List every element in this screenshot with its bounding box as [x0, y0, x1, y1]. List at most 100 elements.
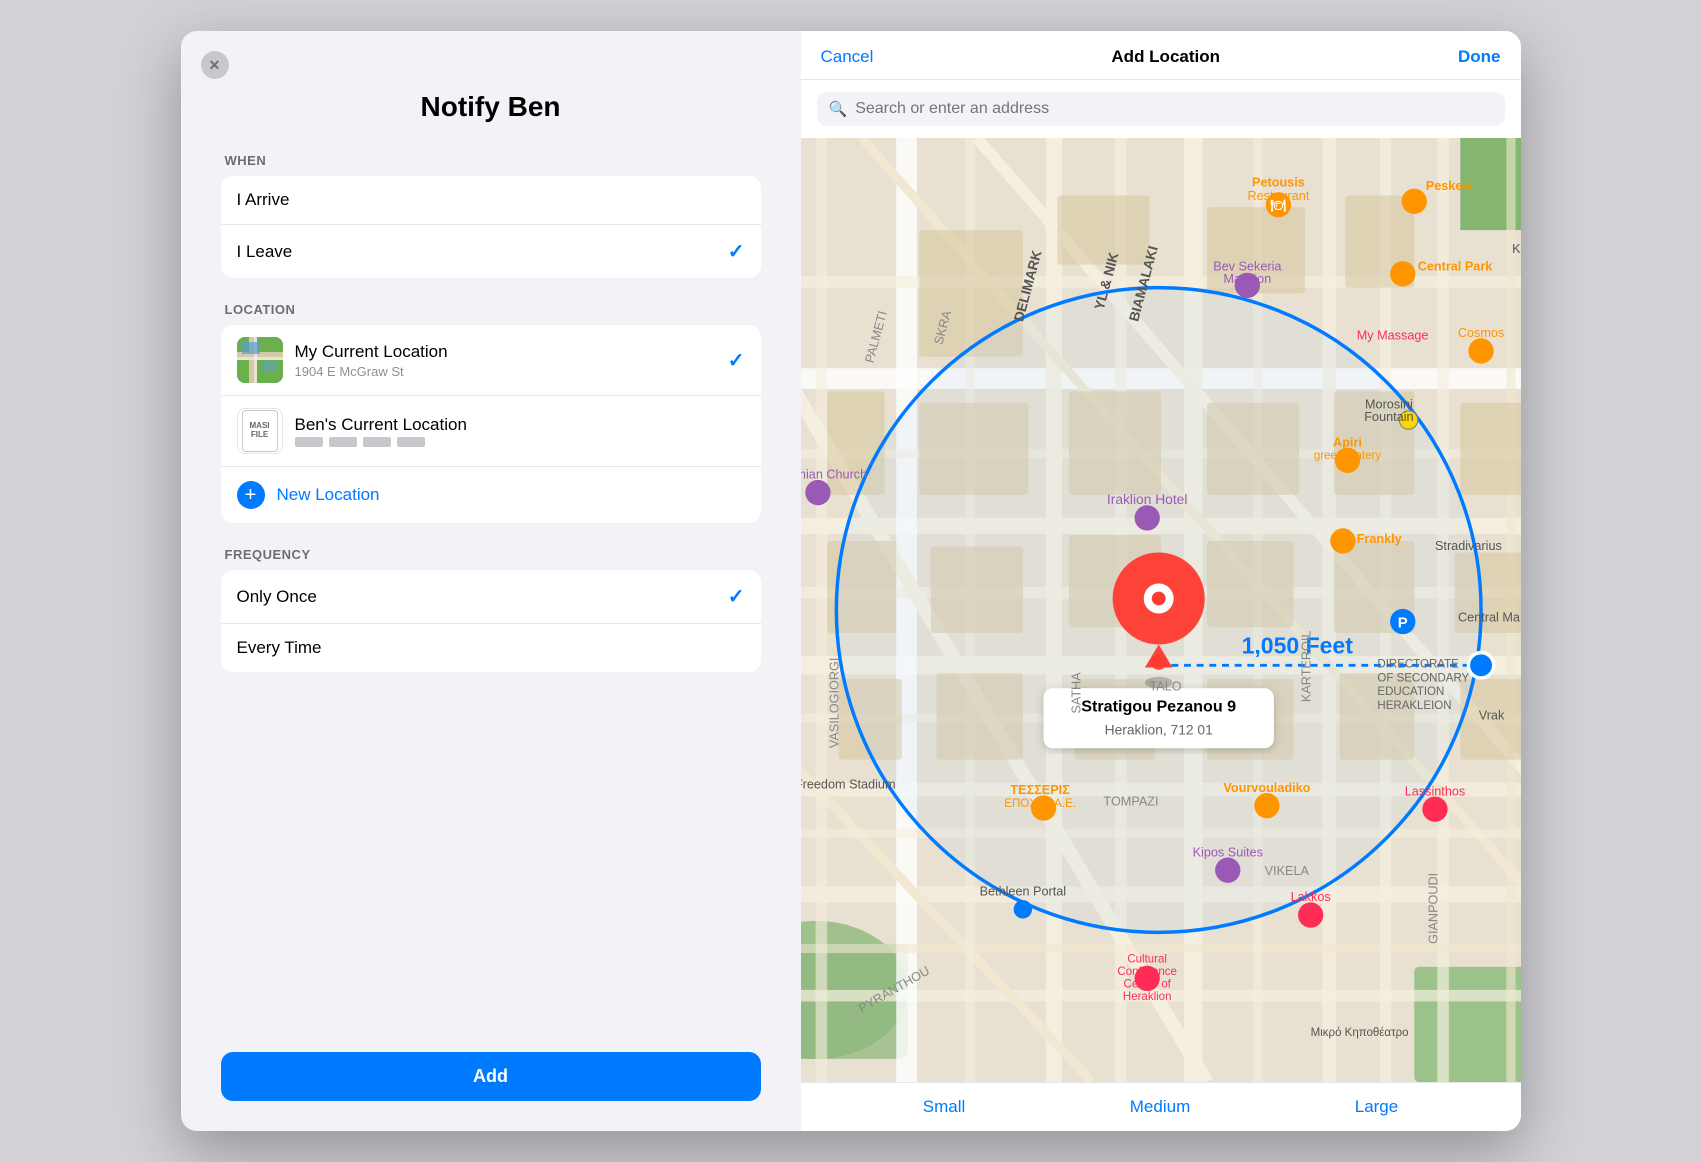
- svg-text:GIANPOUDI: GIANPOUDI: [1426, 873, 1440, 944]
- every-time-option[interactable]: Every Time: [221, 624, 761, 672]
- svg-text:Conference: Conference: [1117, 966, 1176, 978]
- svg-text:VASILOGIORGI: VASILOGIORGI: [827, 658, 841, 749]
- when-card: I Arrive I Leave ✓: [221, 176, 761, 278]
- svg-text:Restaurant: Restaurant: [1247, 189, 1309, 203]
- leave-checkmark: ✓: [728, 239, 745, 264]
- my-location-name: My Current Location: [295, 342, 728, 362]
- svg-text:ΕΠΟΧΕΣ Α.Ε.: ΕΠΟΧΕΣ Α.Ε.: [1004, 798, 1076, 810]
- svg-text:Peskesi: Peskesi: [1425, 179, 1472, 193]
- map-background: 1,050 Feet: [801, 138, 1521, 1082]
- svg-text:1,050 Feet: 1,050 Feet: [1241, 633, 1353, 659]
- redact-2: [329, 437, 357, 447]
- svg-text:ΤΕΣΣΕΡΙΣ: ΤΕΣΣΕΡΙΣ: [1010, 783, 1070, 797]
- search-input[interactable]: [855, 100, 1492, 118]
- location-section-label: LOCATION: [225, 302, 761, 317]
- map-header: Cancel Add Location Done: [801, 31, 1521, 80]
- svg-text:TOMPAZI: TOMPAZI: [1103, 795, 1158, 809]
- location-card: My Current Location 1904 E McGraw St ✓ M…: [221, 325, 761, 523]
- svg-text:Lassinthos: Lassinthos: [1404, 784, 1465, 798]
- close-button[interactable]: ✕: [201, 51, 229, 79]
- svg-text:Iraklion Hotel: Iraklion Hotel: [1106, 491, 1187, 507]
- redact-4: [397, 437, 425, 447]
- cancel-button[interactable]: Cancel: [821, 47, 874, 67]
- svg-text:Vourvouladiko: Vourvouladiko: [1223, 781, 1310, 795]
- svg-text:Heraklion, 712 01: Heraklion, 712 01: [1104, 721, 1212, 737]
- svg-text:Hotel: Hotel: [801, 194, 802, 210]
- my-location-checkmark: ✓: [728, 348, 745, 373]
- done-button[interactable]: Done: [1458, 47, 1501, 67]
- svg-text:DIRECTORATE: DIRECTORATE: [1377, 659, 1459, 671]
- when-section-label: WHEN: [225, 153, 761, 168]
- svg-text:Fountain: Fountain: [1364, 410, 1413, 424]
- ben-location-redacted: [295, 437, 745, 447]
- my-location-option[interactable]: My Current Location 1904 E McGraw St ✓: [221, 325, 761, 396]
- svg-text:Freedom Stadium: Freedom Stadium: [801, 777, 896, 791]
- arrive-label: I Arrive: [237, 190, 745, 210]
- svg-text:Bethleen Portal: Bethleen Portal: [979, 885, 1066, 899]
- svg-text:Μικρό Κηποθέατρο: Μικρό Κηποθέατρο: [1310, 1027, 1408, 1039]
- redact-1: [295, 437, 323, 447]
- new-location-row[interactable]: + New Location: [221, 467, 761, 523]
- map-area: 1,050 Feet: [801, 138, 1521, 1082]
- svg-text:Center of: Center of: [1123, 979, 1171, 991]
- small-size-button[interactable]: Small: [923, 1097, 966, 1117]
- svg-text:EDUCATION: EDUCATION: [1377, 686, 1444, 698]
- left-panel: ✕ Notify Ben WHEN I Arrive I Leave ✓ LOC…: [181, 31, 801, 1131]
- svg-text:Heraklion: Heraklion: [1122, 991, 1171, 1003]
- svg-text:Lakkos: Lakkos: [1290, 890, 1330, 904]
- plus-icon: +: [237, 481, 265, 509]
- arrive-option[interactable]: I Arrive: [221, 176, 761, 225]
- panel-title: Notify Ben: [221, 91, 761, 123]
- my-location-icon: [237, 337, 283, 383]
- search-icon: 🔍: [829, 100, 848, 118]
- my-location-sub: 1904 E McGraw St: [295, 364, 728, 379]
- search-bar[interactable]: 🔍: [817, 92, 1505, 126]
- svg-text:Central Park: Central Park: [1417, 259, 1493, 273]
- svg-text:P: P: [1397, 614, 1407, 631]
- svg-text:Petousis: Petousis: [1252, 175, 1305, 189]
- svg-text:KARTEROIL: KARTEROIL: [1299, 631, 1313, 703]
- leave-label: I Leave: [237, 242, 728, 262]
- svg-text:greek_eatery: greek_eatery: [1313, 450, 1380, 462]
- my-location-info: My Current Location 1904 E McGraw St: [295, 342, 728, 379]
- ben-location-info: Ben's Current Location: [295, 415, 745, 447]
- large-size-button[interactable]: Large: [1355, 1097, 1398, 1117]
- svg-text:VIKELA: VIKELA: [1264, 864, 1309, 878]
- ben-location-option[interactable]: MASIFILE Ben's Current Location: [221, 396, 761, 467]
- every-time-label: Every Time: [237, 638, 745, 658]
- app-container: ✕ Notify Ben WHEN I Arrive I Leave ✓ LOC…: [181, 31, 1521, 1131]
- redact-3: [363, 437, 391, 447]
- only-once-option[interactable]: Only Once ✓: [221, 570, 761, 624]
- frequency-section-label: FREQUENCY: [225, 547, 761, 562]
- only-once-label: Only Once: [237, 587, 728, 607]
- svg-text:SATHA: SATHA: [1069, 672, 1083, 714]
- svg-text:Central Ma: Central Ma: [1458, 611, 1521, 625]
- frequency-card: Only Once ✓ Every Time: [221, 570, 761, 672]
- svg-text:Mansion: Mansion: [1223, 272, 1271, 286]
- file-thumbnail: MASIFILE: [242, 410, 278, 452]
- svg-text:Cosmos: Cosmos: [1457, 326, 1503, 340]
- leave-option[interactable]: I Leave ✓: [221, 225, 761, 278]
- svg-text:Armenian Church: Armenian Church: [801, 468, 867, 482]
- svg-text:TALO: TALO: [1149, 680, 1181, 694]
- map-size-bar: Small Medium Large: [801, 1082, 1521, 1131]
- svg-text:Kipos Suites: Kipos Suites: [1192, 845, 1262, 859]
- svg-text:Cultural: Cultural: [1127, 953, 1167, 965]
- map-svg: 1,050 Feet: [801, 138, 1521, 1082]
- svg-text:Stratigou Pezanou 9: Stratigou Pezanou 9: [1081, 697, 1236, 715]
- svg-text:My Massage: My Massage: [1356, 328, 1428, 342]
- svg-text:Kritik: Kritik: [1512, 242, 1521, 256]
- svg-text:OF SECONDARY: OF SECONDARY: [1377, 672, 1469, 684]
- svg-text:Apiri: Apiri: [1333, 436, 1362, 450]
- map-thumbnail: [237, 337, 283, 383]
- only-once-checkmark: ✓: [728, 584, 745, 609]
- medium-size-button[interactable]: Medium: [1130, 1097, 1190, 1117]
- add-button[interactable]: Add: [221, 1052, 761, 1101]
- map-title: Add Location: [1111, 47, 1220, 67]
- right-panel: Cancel Add Location Done 🔍: [801, 31, 1521, 1131]
- svg-text:Stradivarius: Stradivarius: [1434, 539, 1501, 553]
- ben-location-icon: MASIFILE: [237, 408, 283, 454]
- ben-location-name: Ben's Current Location: [295, 415, 745, 435]
- svg-text:HERAKLEION: HERAKLEION: [1377, 700, 1451, 712]
- svg-text:Vrak: Vrak: [1478, 708, 1504, 722]
